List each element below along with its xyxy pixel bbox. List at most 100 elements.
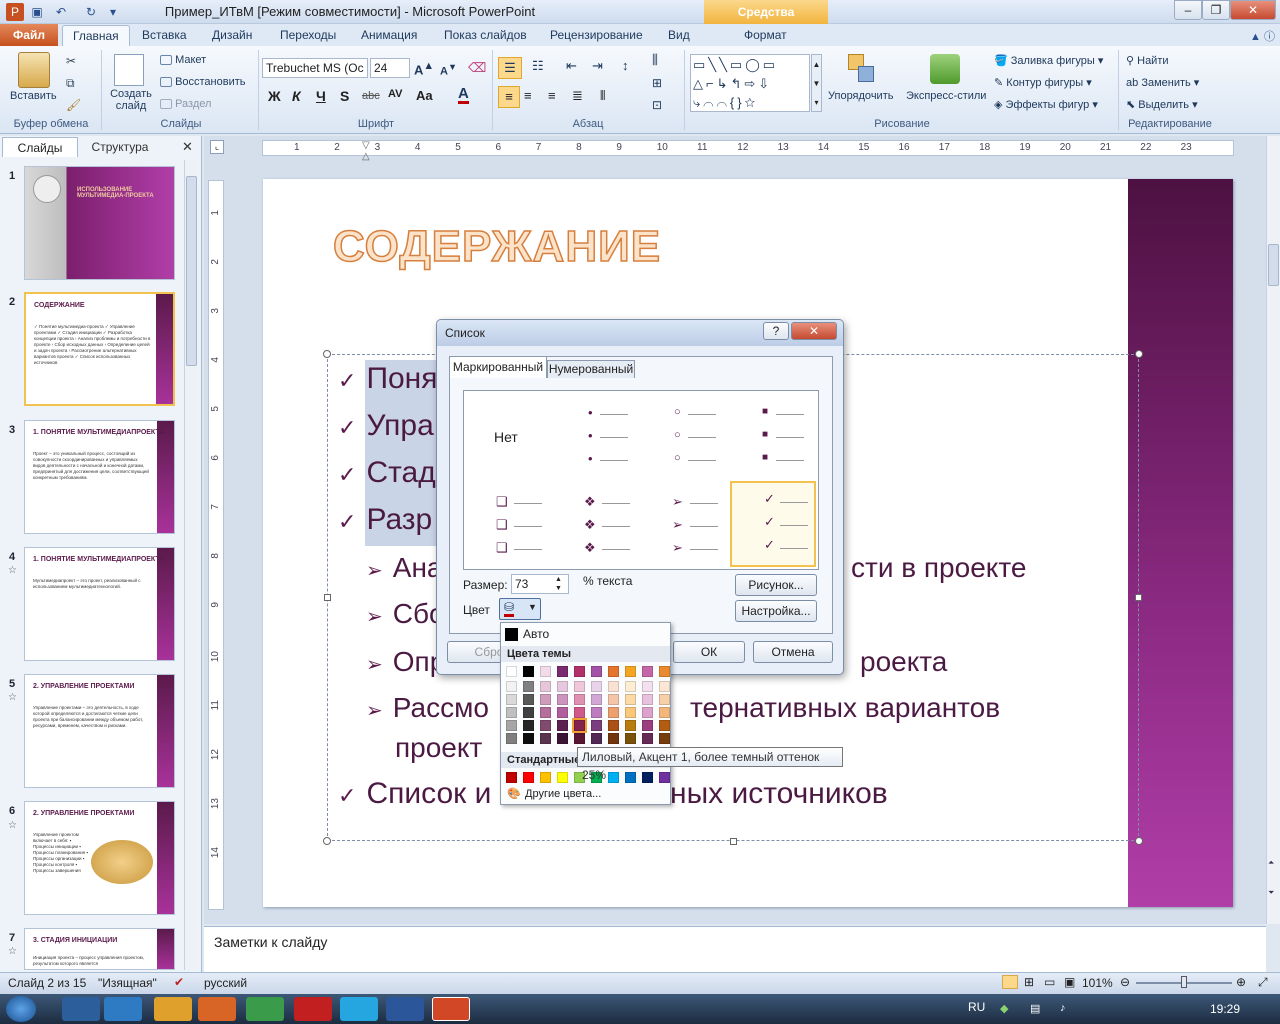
sub-bullet-item[interactable]: ➢ Сбо [366, 598, 445, 630]
shrink-font-icon[interactable]: A▼ [440, 62, 457, 78]
find-button[interactable]: ⚲ Найти [1126, 54, 1169, 67]
picture-button[interactable]: Рисунок... [735, 574, 817, 596]
resize-handle[interactable] [1135, 837, 1143, 845]
color-swatch[interactable] [557, 681, 568, 692]
taskbar-word-icon[interactable] [386, 997, 424, 1021]
color-swatch[interactable] [625, 681, 636, 692]
zoom-out-icon[interactable]: ⊖ [1120, 975, 1130, 989]
color-swatch[interactable] [642, 681, 653, 692]
color-swatch[interactable] [591, 720, 602, 731]
bullet-item[interactable]: ✓ Стад [338, 456, 436, 490]
color-swatch[interactable] [591, 733, 602, 744]
bullet-text-right[interactable]: ных источников [670, 777, 888, 811]
color-swatch[interactable] [523, 666, 534, 677]
bullet-style-hollow-square[interactable]: ❑ ❑ ❑ [466, 482, 552, 568]
tray-nvidia-icon[interactable]: ◆ [1000, 1002, 1008, 1015]
spelling-check-icon[interactable]: ✔ [174, 975, 184, 989]
help-button[interactable]: ? [763, 322, 789, 340]
bullet-style-square[interactable]: ■ ■ ■ [730, 393, 816, 479]
slide-thumbnail-3[interactable]: 1. ПОНЯТИЕ МУЛЬТИМЕДИАПРОЕКТА Проект – эт… [24, 420, 175, 534]
color-swatch[interactable] [625, 666, 636, 677]
reading-view-icon[interactable]: ▭ [1044, 975, 1055, 989]
sub-bullet-item[interactable]: ➢ Рассмо [366, 692, 489, 724]
fit-to-window-icon[interactable]: ⤢ [1258, 975, 1268, 990]
tab-file[interactable]: Файл [0, 24, 58, 46]
color-swatch[interactable] [540, 707, 551, 718]
align-left-icon[interactable]: ≡ [498, 86, 520, 108]
color-swatch[interactable] [625, 720, 636, 731]
color-swatch[interactable] [523, 733, 534, 744]
bullet-item[interactable]: ✓ Поня [338, 362, 438, 396]
paste-button[interactable]: Вставить [10, 90, 57, 102]
indent-marker[interactable]: ▽ △ [362, 140, 370, 162]
tab-insert[interactable]: Вставка [132, 25, 197, 46]
color-swatch[interactable] [625, 772, 636, 783]
arrange-icon[interactable] [848, 54, 878, 84]
justify-icon[interactable]: ≣ [572, 88, 583, 104]
tab-format[interactable]: Формат [734, 25, 797, 46]
color-swatch[interactable] [574, 681, 585, 692]
color-swatch[interactable] [506, 707, 517, 718]
size-spinner-icon[interactable]: ▲ ▼ [555, 575, 562, 593]
color-swatch[interactable] [659, 694, 670, 705]
align-text-icon[interactable]: ⊞ [652, 76, 662, 90]
color-swatch[interactable] [540, 694, 551, 705]
bullet-style-circle[interactable]: ○ ○ ○ [642, 393, 728, 479]
sub-bullet-text-right[interactable]: роекта [860, 646, 947, 678]
resize-handle[interactable] [323, 350, 331, 358]
align-right-icon[interactable]: ≡ [548, 88, 556, 103]
slide-thumbnail-4[interactable]: 1. ПОНЯТИЕ МУЛЬТИМЕДИАПРОЕКТА Мультимедиа… [24, 547, 175, 661]
paste-icon[interactable] [18, 52, 50, 88]
ok-button[interactable]: ОК [673, 641, 745, 663]
customize-button[interactable]: Настройка... [735, 600, 817, 622]
color-swatch[interactable] [540, 681, 551, 692]
color-swatch[interactable] [659, 666, 670, 677]
cancel-button[interactable]: Отмена [753, 641, 833, 663]
dialog-close-button[interactable]: ✕ [791, 322, 837, 340]
bullet-style-diamond[interactable]: ❖ ❖ ❖ [554, 482, 640, 568]
color-swatch[interactable] [506, 772, 517, 783]
sub-bullet-text-right[interactable]: сти в проекте [851, 552, 1026, 584]
reset-button[interactable]: Восстановить [160, 76, 246, 88]
new-slide-icon[interactable] [114, 54, 144, 86]
text-direction-icon[interactable]: ⫼ [652, 52, 658, 68]
char-spacing-icon[interactable]: AV [388, 88, 402, 100]
color-swatch[interactable] [642, 733, 653, 744]
taskbar-chrome-icon[interactable] [246, 997, 284, 1021]
color-swatch[interactable] [608, 733, 619, 744]
color-swatch[interactable] [557, 733, 568, 744]
resize-handle[interactable] [1135, 594, 1142, 601]
tab-design[interactable]: Дизайн [202, 25, 262, 46]
color-swatch[interactable] [659, 707, 670, 718]
shapes-gallery-scroll[interactable]: ▲ ▼ ▾ [811, 54, 822, 112]
color-swatch[interactable] [642, 694, 653, 705]
taskbar-skype-icon[interactable] [340, 997, 378, 1021]
language-indicator[interactable]: русский [204, 976, 247, 990]
scroll-thumb[interactable] [1268, 244, 1279, 286]
columns-icon[interactable]: ⫴ [600, 88, 605, 104]
color-swatch[interactable] [591, 681, 602, 692]
color-swatch[interactable] [642, 666, 653, 677]
color-swatch[interactable] [557, 666, 568, 677]
resize-handle[interactable] [323, 837, 331, 845]
next-slide-icon[interactable]: ⏷ [1268, 888, 1274, 898]
slide-thumbnail-2[interactable]: СОДЕРЖАНИЕ ✓ Понятие мультимедиа-проекта … [24, 292, 175, 406]
color-swatch[interactable] [608, 666, 619, 677]
cut-icon[interactable]: ✂ [66, 54, 76, 68]
clear-formatting-icon[interactable]: ⌫ [468, 60, 486, 76]
copy-icon[interactable]: ⧉ [66, 76, 75, 91]
theme-name[interactable]: "Изящная" [98, 976, 157, 990]
tab-animation[interactable]: Анимация [351, 25, 427, 46]
strikethrough-icon[interactable]: abc [362, 90, 380, 102]
shape-fill-button[interactable]: 🪣 Заливка фигуры ▾ [994, 54, 1103, 67]
shape-effects-button[interactable]: ◈ Эффекты фигур ▾ [994, 98, 1098, 111]
restore-button[interactable]: ❐ [1202, 0, 1230, 20]
resize-handle[interactable] [730, 838, 737, 845]
color-swatch[interactable] [557, 707, 568, 718]
font-color-icon[interactable]: A [458, 86, 469, 104]
color-swatch[interactable] [574, 666, 585, 677]
auto-color-option[interactable]: Авто [503, 626, 668, 644]
format-painter-icon[interactable]: 🖌 [66, 98, 81, 112]
bullet-style-none[interactable]: Нет [466, 393, 552, 479]
previous-slide-icon[interactable]: ⏶ [1268, 858, 1274, 868]
